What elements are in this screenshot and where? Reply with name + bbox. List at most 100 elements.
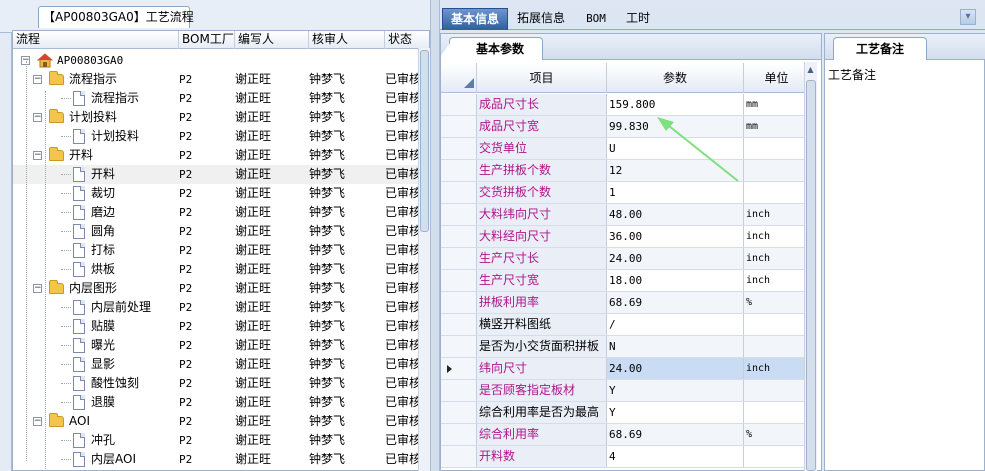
collapse-icon[interactable]: −: [33, 113, 42, 122]
row-indicator[interactable]: [441, 248, 477, 269]
param-row[interactable]: 是否为小交货面积拼板 N: [441, 336, 809, 358]
param-value[interactable]: 4: [607, 446, 744, 467]
param-value[interactable]: 159.800: [607, 94, 744, 115]
tab-basic-params[interactable]: 基本参数: [449, 37, 543, 60]
param-value[interactable]: 24.00: [607, 248, 744, 269]
tab-work-hours[interactable]: 工时: [620, 8, 656, 30]
tree-row[interactable]: 内层前处理 P2 谢正旺 钟梦飞 已审核: [13, 298, 419, 317]
col-header-bom[interactable]: BOM工厂: [179, 31, 235, 49]
param-value[interactable]: Y: [607, 402, 744, 423]
row-indicator[interactable]: [441, 116, 477, 137]
col-header-item[interactable]: 项目: [477, 63, 607, 93]
row-indicator[interactable]: [441, 314, 477, 335]
row-indicator[interactable]: [441, 138, 477, 159]
param-value[interactable]: U: [607, 138, 744, 159]
tab-basic-info[interactable]: 基本信息: [442, 8, 508, 30]
param-row[interactable]: 生产尺寸长 24.00 inch: [441, 248, 809, 270]
close-icon[interactable]: ▾: [960, 9, 976, 25]
collapse-icon[interactable]: −: [33, 417, 42, 426]
param-row[interactable]: 横竖开料图纸 /: [441, 314, 809, 336]
row-indicator[interactable]: [441, 446, 477, 467]
tree-scroll-thumb[interactable]: [420, 50, 429, 232]
row-indicator[interactable]: [441, 270, 477, 291]
row-indicator[interactable]: [441, 204, 477, 225]
param-row[interactable]: 生产拼板个数 12: [441, 160, 809, 182]
tree-row[interactable]: − 开料 P2 谢正旺 钟梦飞 已审核: [13, 146, 419, 165]
tree-row[interactable]: 烘板 P2 谢正旺 钟梦飞 已审核: [13, 260, 419, 279]
row-indicator[interactable]: [441, 358, 477, 379]
tree-row[interactable]: − AOI P2 谢正旺 钟梦飞 已审核: [13, 412, 419, 431]
param-value[interactable]: 18.00: [607, 270, 744, 291]
row-indicator[interactable]: [441, 226, 477, 247]
param-value[interactable]: 68.69: [607, 292, 744, 313]
row-indicator[interactable]: [441, 292, 477, 313]
param-row[interactable]: 成品尺寸长 159.800 mm: [441, 94, 809, 116]
document-tab[interactable]: 【AP00803GA0】工艺流程: [38, 6, 194, 28]
tab-extended-info[interactable]: 拓展信息: [510, 8, 572, 30]
tree-row[interactable]: 打标 P2 谢正旺 钟梦飞 已审核: [13, 241, 419, 260]
row-indicator-header[interactable]: [441, 63, 477, 93]
param-row[interactable]: 交货拼板个数 1: [441, 182, 809, 204]
col-header-status[interactable]: 状态: [385, 31, 429, 49]
left-collapsed-panel[interactable]: [0, 33, 12, 471]
scroll-up-icon[interactable]: ▲: [805, 64, 816, 76]
param-row[interactable]: 是否顾客指定板材 Y: [441, 380, 809, 402]
param-value[interactable]: 24.00: [607, 358, 744, 379]
col-header-value[interactable]: 参数: [607, 63, 744, 93]
collapse-icon[interactable]: −: [33, 284, 42, 293]
param-row[interactable]: 拼板利用率 68.69%: [441, 292, 809, 314]
row-indicator[interactable]: [441, 424, 477, 445]
tree-row[interactable]: 显影 P2 谢正旺 钟梦飞 已审核: [13, 355, 419, 374]
tree-row[interactable]: − 流程指示 P2 谢正旺 钟梦飞 已审核: [13, 70, 419, 89]
param-row[interactable]: 综合利用率是否为最高 Y: [441, 402, 809, 424]
param-value[interactable]: 1: [607, 182, 744, 203]
param-value[interactable]: 36.00: [607, 226, 744, 247]
collapse-icon[interactable]: −: [33, 75, 42, 84]
param-row[interactable]: 大料经向尺寸 36.00 inch: [441, 226, 809, 248]
param-row[interactable]: 综合利用率 68.69%: [441, 424, 809, 446]
tree-row[interactable]: 裁切 P2 谢正旺 钟梦飞 已审核: [13, 184, 419, 203]
collapse-icon[interactable]: −: [33, 151, 42, 160]
tree-row[interactable]: 圆角 P2 谢正旺 钟梦飞 已审核: [13, 222, 419, 241]
row-indicator[interactable]: [441, 160, 477, 181]
params-scroll-thumb[interactable]: [806, 80, 816, 471]
param-value[interactable]: N: [607, 336, 744, 357]
row-indicator[interactable]: [441, 336, 477, 357]
param-row[interactable]: 成品尺寸宽 99.830 mm: [441, 116, 809, 138]
param-value[interactable]: 48.00: [607, 204, 744, 225]
row-indicator[interactable]: [441, 380, 477, 401]
param-row[interactable]: 生产尺寸宽 18.00 inch: [441, 270, 809, 292]
tree-row[interactable]: 曝光 P2 谢正旺 钟梦飞 已审核: [13, 336, 419, 355]
param-row[interactable]: 交货单位 U: [441, 138, 809, 160]
tree-row[interactable]: 内层AOI P2 谢正旺 钟梦飞 已审核: [13, 450, 419, 469]
param-value[interactable]: 68.69: [607, 424, 744, 445]
col-header-flow[interactable]: 流程: [13, 31, 179, 49]
tree-row[interactable]: − 内层图形 P2 谢正旺 钟梦飞 已审核: [13, 279, 419, 298]
tree-row[interactable]: 流程指示 P2 谢正旺 钟梦飞 已审核: [13, 89, 419, 108]
param-row[interactable]: 大料纬向尺寸 48.00 inch: [441, 204, 809, 226]
tree-row[interactable]: 贴膜 P2 谢正旺 钟梦飞 已审核: [13, 317, 419, 336]
param-value[interactable]: Y: [607, 380, 744, 401]
param-value[interactable]: 99.830: [607, 116, 744, 137]
param-row[interactable]: 纬向尺寸 24.00 inch: [441, 358, 809, 380]
param-value[interactable]: /: [607, 314, 744, 335]
tree-row[interactable]: 退膜 P2 谢正旺 钟梦飞 已审核: [13, 393, 419, 412]
panel-splitter[interactable]: [430, 0, 440, 471]
tree-row[interactable]: 计划投料 P2 谢正旺 钟梦飞 已审核: [13, 127, 419, 146]
row-indicator[interactable]: [441, 182, 477, 203]
param-row[interactable]: 开料数 4: [441, 446, 809, 468]
col-header-writer[interactable]: 编写人: [235, 31, 309, 49]
row-indicator[interactable]: [441, 94, 477, 115]
tab-bom[interactable]: BOM: [576, 8, 616, 30]
param-value[interactable]: 12: [607, 160, 744, 181]
col-header-reviewer[interactable]: 核审人: [309, 31, 385, 49]
tree-row[interactable]: 磨边 P2 谢正旺 钟梦飞 已审核: [13, 203, 419, 222]
tree-root-row[interactable]: − AP00803GA0: [13, 51, 419, 70]
tree-row[interactable]: − 计划投料 P2 谢正旺 钟梦飞 已审核: [13, 108, 419, 127]
row-indicator[interactable]: [441, 402, 477, 423]
tab-process-notes[interactable]: 工艺备注: [833, 37, 927, 60]
col-header-unit[interactable]: 单位: [744, 63, 809, 93]
tree-row[interactable]: 酸性蚀刻 P2 谢正旺 钟梦飞 已审核: [13, 374, 419, 393]
tree-row[interactable]: 冲孔 P2 谢正旺 钟梦飞 已审核: [13, 431, 419, 450]
tree-row[interactable]: 开料 P2 谢正旺 钟梦飞 已审核: [13, 165, 419, 184]
